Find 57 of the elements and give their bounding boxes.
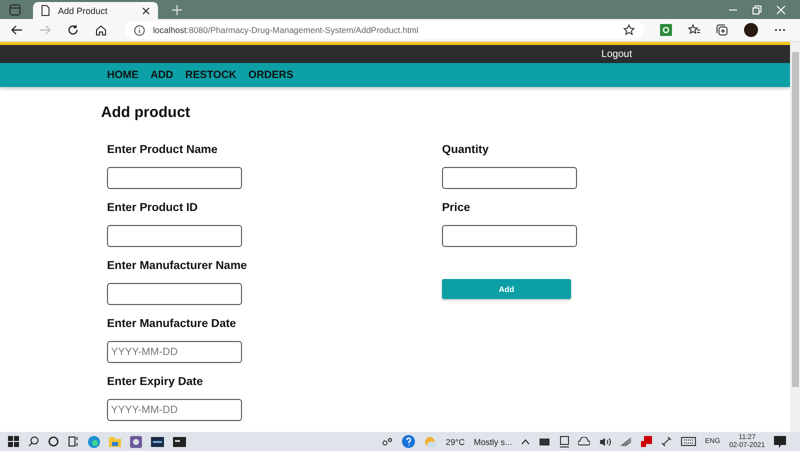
field-label: Enter Product ID: [107, 201, 199, 215]
circle-icon[interactable]: [48, 436, 59, 447]
temperature-text: 29°C: [446, 436, 465, 446]
browser-icon[interactable]: [88, 436, 100, 448]
address-field[interactable]: localhost:8080/Pharmacy-Drug-Management-System/AddProduct.html: [125, 21, 644, 39]
speaker-icon[interactable]: [599, 436, 612, 446]
input-field[interactable]: [107, 283, 242, 305]
home-icon[interactable]: [95, 24, 107, 36]
search-icon[interactable]: [28, 436, 39, 447]
cloud-icon[interactable]: [578, 437, 590, 446]
info-icon: [134, 24, 145, 36]
device-icon[interactable]: [560, 436, 570, 448]
input-field[interactable]: YYYY-MM-DD: [107, 341, 242, 363]
refresh-icon[interactable]: [67, 24, 79, 36]
browser-tab[interactable]: Add Product: [33, 2, 158, 19]
folder-icon[interactable]: [109, 436, 121, 447]
restore-icon[interactable]: [752, 4, 762, 14]
input-field[interactable]: [107, 225, 242, 247]
avatar-icon[interactable]: [744, 23, 758, 37]
scrollbar[interactable]: [790, 42, 800, 432]
extension-icon[interactable]: [660, 24, 672, 36]
close-icon[interactable]: [142, 6, 150, 14]
task-view-icon[interactable]: [68, 436, 79, 447]
input-field[interactable]: [107, 167, 242, 189]
nav-link[interactable]: RESTOCK: [185, 69, 236, 81]
field-label: Quantity: [442, 143, 490, 157]
terminal-icon[interactable]: [151, 436, 164, 446]
logout-link[interactable]: Logout: [601, 48, 632, 60]
field-label: Enter Manufacturer Name: [107, 259, 248, 273]
nav-link[interactable]: ADD: [150, 69, 174, 81]
notifications-icon[interactable]: [774, 436, 786, 448]
weather-text: Mostly s...: [474, 436, 512, 446]
back-icon[interactable]: [11, 24, 23, 36]
input-field[interactable]: [442, 167, 577, 189]
app-icon[interactable]: [130, 436, 142, 448]
new-tab-icon[interactable]: [172, 4, 182, 14]
favorite-star-icon[interactable]: [623, 24, 635, 36]
collections-icon[interactable]: [716, 24, 728, 36]
field-label: Enter Manufacture Date: [107, 317, 238, 331]
tab-actions-icon[interactable]: [9, 4, 21, 16]
keyboard-icon[interactable]: [681, 437, 696, 446]
input-field[interactable]: [442, 225, 577, 247]
notification-app-icon[interactable]: [641, 436, 652, 447]
field-label: Enter Expiry Date: [107, 375, 204, 389]
input-field[interactable]: YYYY-MM-DD: [107, 399, 242, 421]
terminal-icon[interactable]: [173, 436, 186, 446]
nav-link[interactable]: ORDERS: [248, 69, 294, 81]
help-icon[interactable]: [402, 435, 415, 448]
favorites-icon[interactable]: [688, 24, 700, 36]
more-icon[interactable]: [774, 28, 786, 32]
field-label: Enter Product Name: [107, 143, 219, 157]
page-icon: [41, 5, 50, 16]
page-heading: Add product: [101, 104, 192, 121]
chevron-up-icon[interactable]: [521, 438, 530, 444]
nav-link[interactable]: HOME: [107, 69, 138, 81]
start-icon[interactable]: [8, 436, 19, 447]
field-label: Price: [442, 201, 472, 215]
